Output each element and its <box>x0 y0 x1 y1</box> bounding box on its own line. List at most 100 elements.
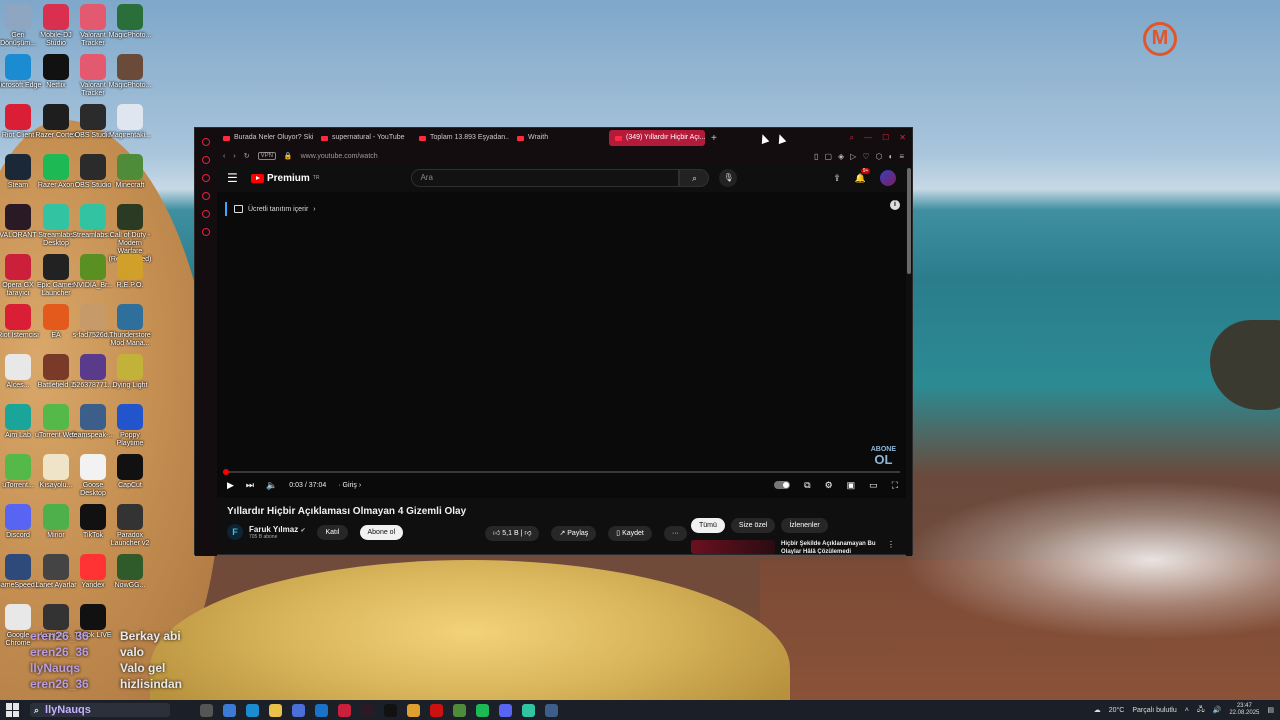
scrollbar-thumb[interactable] <box>907 168 911 274</box>
channel-name[interactable]: Faruk Yılmaz ✔ <box>249 525 305 534</box>
kebab-menu-icon[interactable]: ⋮ <box>887 540 895 554</box>
voice-search-button[interactable]: 🎙 <box>719 169 738 187</box>
desktop-shortcut[interactable]: Poppy Playtime <box>106 404 154 448</box>
clock[interactable]: 23:47 22.08.2025 <box>1229 703 1259 717</box>
network-icon[interactable]: 🖧 <box>1197 705 1205 716</box>
desktop-shortcut[interactable]: MagicPhoto... <box>106 4 154 40</box>
browser-tab[interactable]: Wraith <box>511 130 607 146</box>
subtitles-icon[interactable]: ⧉ <box>804 480 810 491</box>
filter-chip[interactable]: Size özel <box>730 518 776 533</box>
url-field[interactable]: www.youtube.com/watch <box>301 153 378 160</box>
task-view-icon[interactable] <box>200 703 213 717</box>
desktop-shortcut[interactable]: Paradox Launcher v2 <box>106 504 154 548</box>
search-button[interactable]: ⌕ <box>679 169 710 187</box>
next-icon[interactable]: ⏭ <box>246 480 254 491</box>
chapter-label[interactable]: · Giriş › <box>338 482 361 489</box>
desktop-shortcut[interactable]: CapCut <box>106 454 154 490</box>
desktop-shortcut[interactable]: Thunderstore Mod Mana... <box>106 304 154 348</box>
spotify-icon[interactable] <box>476 703 489 717</box>
desktop-shortcut[interactable]: Minecraft <box>106 154 154 190</box>
heart-icon[interactable]: ♡ <box>862 152 869 161</box>
sidebar-settings-icon[interactable] <box>202 228 210 236</box>
maximize-button[interactable]: ☐ <box>882 133 889 143</box>
sidebar-messenger-icon[interactable] <box>202 156 210 164</box>
sidebar-history-icon[interactable] <box>202 210 210 218</box>
weather-icon[interactable]: ☁ <box>1094 706 1101 714</box>
play-icon[interactable]: ▶ <box>227 480 234 491</box>
browser-tab[interactable]: (349) Yıllardır Hiçbir Açı... <box>609 130 705 146</box>
minecraft-icon[interactable] <box>453 703 466 717</box>
progress-handle[interactable] <box>223 469 229 475</box>
notifications-icon[interactable]: 🔔 9+ <box>855 167 871 184</box>
menu-icon[interactable]: ≡ <box>899 152 904 161</box>
sidebar-twitch-icon[interactable] <box>202 192 210 200</box>
sidebar-discord-icon[interactable] <box>202 174 210 182</box>
minimize-button[interactable]: — <box>864 133 872 143</box>
fullscreen-icon[interactable]: ⛶ <box>892 480 898 491</box>
subscribe-watermark[interactable]: ABONE OL <box>871 446 896 466</box>
player-icon[interactable]: ▷ <box>850 152 856 161</box>
paid-promotion-notice[interactable]: Ücretli tanıtım içerir › <box>225 202 316 216</box>
join-button[interactable]: Katıl <box>317 524 348 540</box>
video-player[interactable]: Ücretli tanıtım içerir › i ABONE OL ▶ ⏭ … <box>217 192 908 498</box>
search-icon[interactable]: ⌕ <box>850 133 854 143</box>
browser-tab[interactable]: Burada Neler Oluyor? Ski... <box>217 130 313 146</box>
like-button[interactable]: 👍︎ 5,1 B | 👎︎ <box>485 526 540 541</box>
copilot-icon[interactable] <box>223 703 236 717</box>
autoplay-toggle[interactable] <box>774 481 791 489</box>
streamlabs-icon[interactable] <box>522 703 535 717</box>
theater-mode-icon[interactable]: ▭ <box>869 480 878 491</box>
steam-icon[interactable] <box>545 703 558 717</box>
menu-icon[interactable]: ☰ <box>227 171 247 185</box>
related-thumbnail[interactable] <box>691 540 775 554</box>
filter-chip[interactable]: İzlenenler <box>781 518 828 533</box>
related-title[interactable]: Hiçbir Şekilde Açıklanamayan Bu Olaylar … <box>781 540 881 554</box>
desktop-shortcut[interactable]: Dying Light <box>106 354 154 390</box>
desktop-shortcut[interactable]: R.E.P.O. <box>106 254 154 290</box>
volume-icon[interactable]: 🔊 <box>1213 706 1222 714</box>
channel-avatar[interactable]: F <box>227 524 243 540</box>
search-input[interactable]: Ara <box>411 169 680 187</box>
chevron-up-icon[interactable]: ˄ <box>1185 707 1189 714</box>
file-explorer-icon[interactable] <box>269 703 282 717</box>
volume-icon[interactable]: 🔈 <box>266 480 277 491</box>
back-icon[interactable]: ‹ <box>223 153 225 160</box>
browser-tab[interactable]: Toplam 13.893 Eşyadan... <box>413 130 509 146</box>
desktop-shortcut[interactable]: NowGG... <box>106 554 154 590</box>
close-button[interactable]: ✕ <box>899 133 906 143</box>
profile-icon[interactable]: ◐ <box>888 152 893 161</box>
progress-bar[interactable] <box>223 469 900 475</box>
more-actions-button[interactable]: ··· <box>663 526 687 541</box>
chrome-icon[interactable] <box>407 703 420 717</box>
vpn-badge[interactable]: VPN <box>257 152 276 160</box>
avatar[interactable] <box>880 170 896 186</box>
miniplayer-icon[interactable]: ▣ <box>847 480 856 491</box>
discord-icon[interactable] <box>499 703 512 717</box>
share-button[interactable]: ↗ Paylaş <box>551 526 597 541</box>
valorant-icon[interactable] <box>361 703 374 717</box>
extensions-icon[interactable]: ⬡ <box>876 152 883 161</box>
page-scrollbar[interactable] <box>906 164 912 556</box>
desktop-shortcut[interactable]: Magirentaki... <box>106 104 154 140</box>
opera-gx-icon[interactable] <box>338 703 351 717</box>
bookmark-icon[interactable]: ▯ <box>814 152 818 161</box>
youtube-logo[interactable]: Premium TR <box>251 173 319 184</box>
outlook-icon[interactable] <box>315 703 328 717</box>
weather-temp[interactable]: 20°C <box>1109 707 1125 714</box>
save-button[interactable]: ▯ Kaydet <box>608 526 652 541</box>
sidebar-home-icon[interactable] <box>202 138 210 146</box>
store-icon[interactable] <box>292 703 305 717</box>
notification-center-icon[interactable]: ▤ <box>1267 706 1274 714</box>
weather-desc[interactable]: Parçalı bulutlu <box>1132 707 1176 714</box>
desktop-shortcut[interactable]: MagicPhoto... <box>106 54 154 90</box>
upload-icon[interactable]: ⇪ <box>833 173 841 184</box>
related-video[interactable]: Hiçbir Şekilde Açıklanamayan Bu Olaylar … <box>691 540 895 554</box>
browser-tab[interactable]: supernatural - YouTube <box>315 130 411 146</box>
start-button[interactable] <box>6 703 20 717</box>
filter-chip[interactable]: Tümü <box>691 518 725 533</box>
edge-icon[interactable] <box>246 703 259 717</box>
netflix-icon[interactable] <box>430 703 443 717</box>
new-tab-button[interactable]: + <box>705 133 723 144</box>
snapshot-icon[interactable]: ▢ <box>824 152 832 161</box>
tiktok-icon[interactable] <box>384 703 397 717</box>
